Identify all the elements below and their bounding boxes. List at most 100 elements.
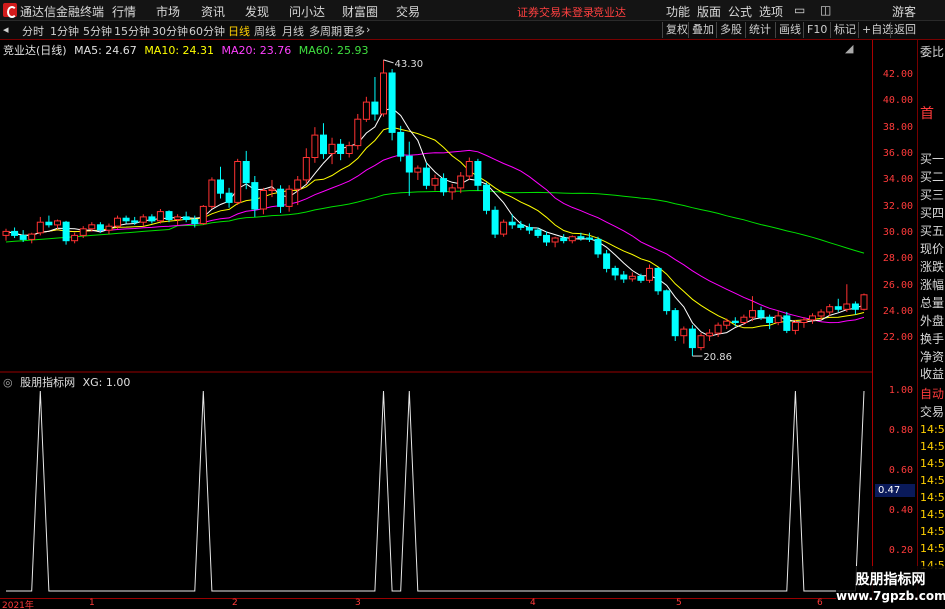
indicator-value: XG: 1.00	[82, 376, 131, 389]
date-label: 2	[232, 598, 238, 608]
candle-up	[105, 225, 113, 231]
candle-up	[448, 187, 456, 193]
tab-period-1[interactable]: 1分钟	[50, 23, 79, 39]
tab-period-10[interactable]: 更多	[343, 23, 365, 39]
tool-huaxian[interactable]: 画线	[775, 22, 804, 38]
tab-period-8[interactable]: 月线	[282, 23, 304, 39]
candle-up	[285, 188, 293, 207]
side-time: 14:5	[920, 440, 945, 453]
axis-label: 36.00	[882, 148, 913, 159]
side-label[interactable]: 交易	[920, 403, 944, 420]
axis-label: 30.00	[882, 227, 913, 238]
menu-xuanxiang[interactable]: 选项	[759, 3, 783, 20]
candle-up	[414, 167, 422, 173]
side-label[interactable]: 自动	[920, 385, 944, 402]
menu-banmian[interactable]: 版面	[697, 3, 721, 20]
side-label: 涨幅	[920, 278, 945, 292]
candle-up	[79, 228, 87, 236]
candle-down	[577, 236, 585, 239]
menu-gongneng[interactable]: 功能	[666, 3, 690, 20]
tab-period-5[interactable]: 60分钟	[189, 23, 225, 39]
side-time: 14:5	[920, 457, 945, 470]
indicator-toggle-icon[interactable]: ◎	[3, 376, 13, 389]
low-annotation: 20.86	[703, 352, 732, 363]
candle-up	[380, 72, 387, 115]
tool-biaoji[interactable]: 标记	[830, 22, 859, 38]
candle-up	[791, 322, 799, 331]
candle-up	[139, 216, 147, 223]
side-label: 买二	[920, 170, 945, 184]
side-label: 总量	[920, 296, 945, 310]
side-time: 14:5	[920, 525, 945, 538]
ind-axis-label: 1.00	[888, 385, 913, 396]
menu-caifuquan[interactable]: 财富圈	[342, 3, 378, 20]
login-status[interactable]: 证券交易未登录	[517, 4, 594, 20]
candlestick-chart[interactable]: 43.30 20.86	[0, 40, 872, 373]
candle-down	[491, 209, 499, 235]
candle-up	[714, 324, 722, 334]
tool-tongji[interactable]: 统计	[745, 22, 774, 38]
tab-period-2[interactable]: 5分钟	[83, 23, 112, 39]
side-label: 现价	[920, 242, 945, 256]
menu-wenxiaoda[interactable]: 问小达	[289, 3, 325, 20]
candle-up	[740, 316, 748, 324]
candle-down	[217, 179, 224, 194]
tool-diejia[interactable]: 叠加	[688, 22, 717, 38]
side-time: 14:5	[920, 491, 945, 504]
tab-period-7[interactable]: 周线	[254, 23, 276, 39]
minimize-icon[interactable]: ▭	[794, 3, 805, 17]
date-axis: 2021年 1 2 3 4 5 6	[0, 598, 945, 609]
price-chart-panel[interactable]: 43.30 20.86 竞业达(日线) MA5: 24.67 MA10: 24.3…	[0, 40, 872, 373]
indicator-panel[interactable]: ◎ 股朋指标网 XG: 1.00	[0, 374, 872, 598]
candle-down	[611, 267, 619, 276]
candle-down	[543, 234, 550, 243]
side-label: 买三	[920, 188, 945, 202]
candle-down	[783, 315, 791, 331]
candle-down	[62, 221, 70, 242]
cursor-value-badge: 0.47	[875, 484, 915, 497]
menu-hangqing[interactable]: 行情	[112, 3, 136, 20]
candle-up	[36, 221, 44, 234]
axis-label: 40.00	[882, 95, 913, 106]
date-label: 1	[89, 598, 95, 608]
ind-axis-label: 0.20	[888, 545, 913, 556]
tool-duogu[interactable]: 多股	[716, 22, 745, 38]
period-toolbar: ◂ 分时 1分钟 5分钟 15分钟 30分钟 60分钟 日线 周线 月线 多周期…	[0, 21, 945, 40]
tab-period-4[interactable]: 30分钟	[152, 23, 188, 39]
menu-zixun[interactable]: 资讯	[201, 3, 225, 20]
candle-down	[851, 303, 859, 310]
tab-period-6[interactable]: 日线	[228, 23, 250, 39]
side-label: 买四	[920, 206, 945, 220]
menu-jiaoyi[interactable]: 交易	[396, 3, 420, 20]
candle-up	[826, 306, 834, 313]
indicator-chart[interactable]	[0, 374, 872, 598]
chevron-right-icon[interactable]: ›	[366, 23, 370, 36]
menu-faxian[interactable]: 发现	[245, 3, 269, 20]
settings-icon[interactable]: ◫	[820, 3, 831, 17]
side-label: 净资	[920, 350, 945, 364]
menu-shichang[interactable]: 市场	[156, 3, 180, 20]
app-title: 通达信金融终端	[20, 5, 105, 19]
tool-fuquan[interactable]: 复权	[662, 22, 691, 38]
tab-period-9[interactable]: 多周期	[309, 23, 342, 39]
ind-axis-label: 0.60	[888, 465, 913, 476]
ma-legend: 竞业达(日线) MA5: 24.67 MA10: 24.31 MA20: 23.…	[3, 42, 372, 58]
menu-gongshi[interactable]: 公式	[728, 3, 752, 20]
arrow-left-icon[interactable]: ◂	[3, 23, 9, 36]
tool-f10[interactable]: F10	[803, 22, 830, 38]
user-label[interactable]: 游客	[892, 3, 916, 20]
tool-fanhui[interactable]: 返回	[890, 22, 919, 38]
menu-bar: 通达信金融终端 行情 市场 资讯 发现 问小达 财富圈 交易 证券交易未登录 竞…	[0, 0, 945, 21]
legend-title: 竞业达(日线)	[3, 44, 67, 57]
candle-up	[28, 233, 36, 240]
candle-down	[603, 253, 611, 269]
tab-period-3[interactable]: 15分钟	[114, 23, 150, 39]
axis-label: 38.00	[882, 122, 913, 133]
axis-label: 26.00	[882, 280, 913, 291]
watermark-line1: 股朋指标网	[855, 572, 926, 588]
candle-down	[560, 237, 568, 242]
side-label: 收益	[920, 367, 945, 381]
tab-period-0[interactable]: 分时	[22, 23, 44, 39]
candle-up	[234, 161, 242, 203]
panel-toggle-icon[interactable]: ◢	[845, 42, 853, 55]
